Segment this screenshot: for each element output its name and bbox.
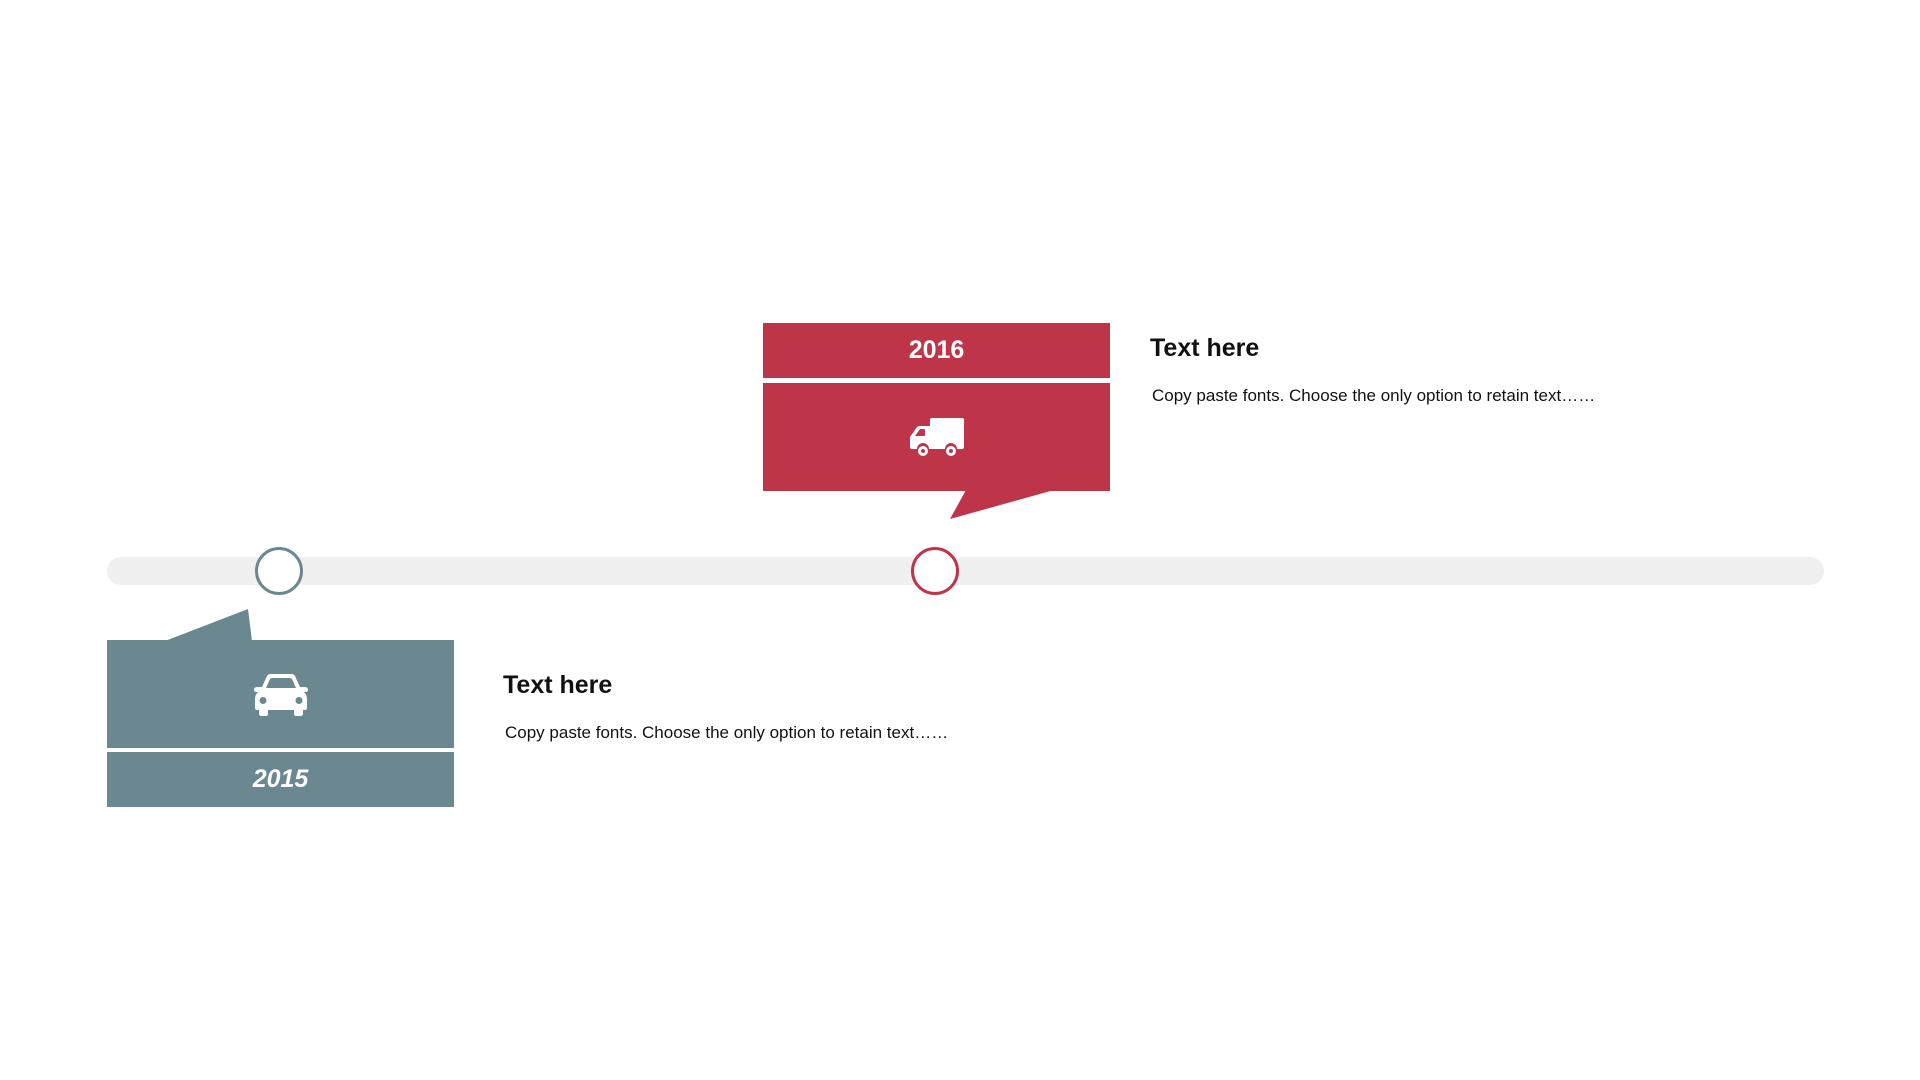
milestone-body-2016: Copy paste fonts. Choose the only option… [1152,386,1596,405]
milestone-text-2015: Text here Copy paste fonts. Choose the o… [503,670,1063,744]
milestone-year-2016: 2016 [763,323,1110,378]
timeline-node-2015[interactable] [255,547,303,595]
truck-icon [909,418,964,456]
milestone-year-2015: 2015 [107,752,454,807]
callout-pointers [165,490,1054,641]
milestone-card-2015: 2015 [107,610,454,807]
milestone-card-2016: 2016 [763,323,1110,520]
milestone-icon-box-2015 [107,640,454,748]
milestone-icon-box-2016 [763,383,1110,491]
car-icon [253,674,308,716]
timeline-node-2016[interactable] [911,547,959,595]
milestone-text-2016: Text here Copy paste fonts. Choose the o… [1150,333,1710,407]
timeline-slide: 2015 2016 Text here Copy paste fonts. Ch… [0,0,1920,1080]
milestone-body-2015: Copy paste fonts. Choose the only option… [505,723,949,742]
milestone-heading-2015: Text here [503,671,613,699]
milestone-heading-2016: Text here [1150,334,1260,362]
